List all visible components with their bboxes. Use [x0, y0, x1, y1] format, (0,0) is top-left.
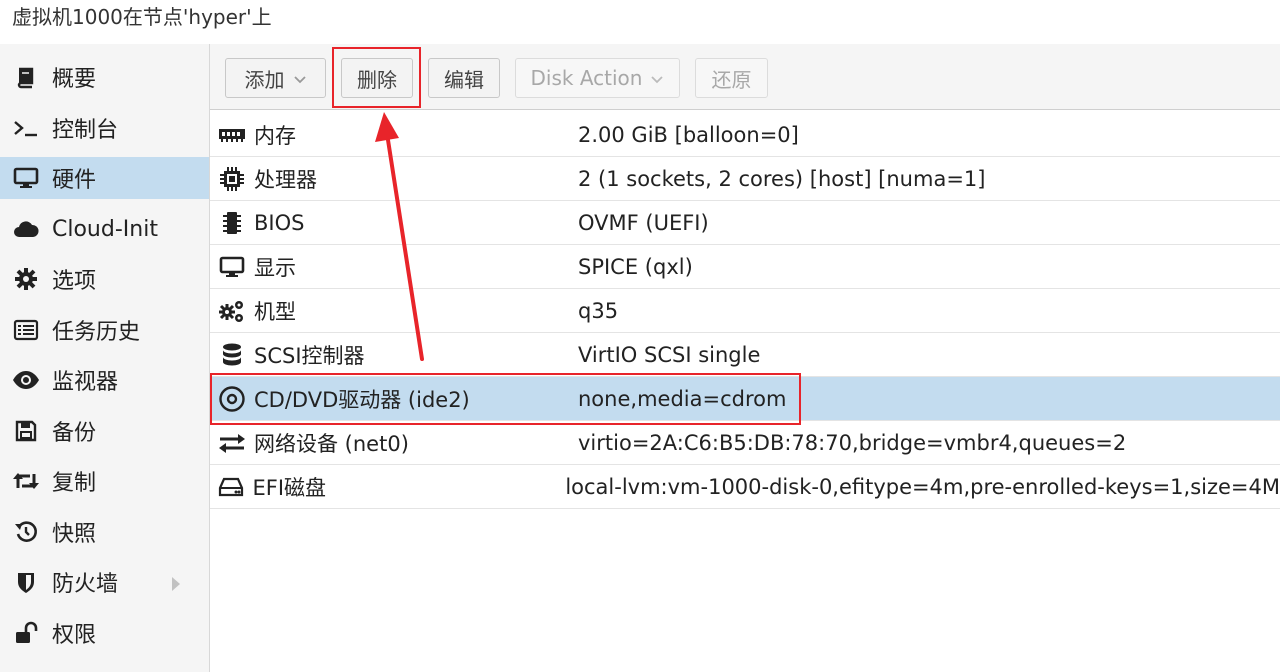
eye-icon	[0, 370, 52, 390]
hardware-name: 显示	[254, 255, 296, 280]
hardware-value: VirtIO SCSI single	[578, 342, 761, 367]
sidebar-item-summary[interactable]: 概要	[0, 56, 209, 98]
cdrom-row-highlight	[210, 373, 801, 425]
sidebar: 概要 控制台 硬件 Cloud-Init 选项 任务历史 监视器 备份 复制 快…	[0, 44, 210, 672]
hardware-name: 处理器	[254, 167, 317, 192]
sidebar-item-label: 控制台	[52, 118, 119, 143]
hardware-name: EFI磁盘	[252, 475, 327, 500]
hardware-panel: 添加 删除 编辑 Disk Action 还原 内存 2.00 GiB [bal…	[210, 44, 1280, 672]
hardware-value: 2.00 GiB [balloon=0]	[578, 122, 799, 147]
desktop-icon	[0, 166, 52, 190]
memory-icon	[210, 127, 254, 143]
hardware-row-efi-disk[interactable]: EFI磁盘 local-lvm:vm-1000-disk-0,efitype=4…	[210, 465, 1280, 509]
hardware-name: 机型	[254, 299, 296, 324]
terminal-icon	[0, 117, 52, 139]
sidebar-item-label: 防火墙	[52, 572, 119, 597]
hardware-row-scsi-controller[interactable]: SCSI控制器 VirtIO SCSI single	[210, 333, 1280, 377]
add-button[interactable]: 添加	[225, 58, 326, 98]
sidebar-item-label: 监视器	[52, 370, 119, 395]
hdd-icon	[210, 476, 252, 498]
sidebar-item-label: 概要	[52, 67, 97, 92]
sidebar-item-monitor[interactable]: 监视器	[0, 359, 209, 401]
hardware-name: 内存	[254, 123, 296, 148]
add-button-label: 添加	[244, 67, 285, 92]
hardware-name: SCSI控制器	[254, 343, 365, 368]
sidebar-item-label: 复制	[52, 471, 97, 496]
hardware-row-bios[interactable]: BIOS OVMF (UEFI)	[210, 201, 1280, 245]
sidebar-item-console[interactable]: 控制台	[0, 107, 209, 149]
sidebar-item-snapshots[interactable]: 快照	[0, 511, 209, 553]
chevron-down-icon	[650, 66, 664, 90]
sidebar-item-label: 选项	[52, 269, 97, 294]
disk-action-label: Disk Action	[530, 66, 643, 90]
sidebar-item-permissions[interactable]: 权限	[0, 612, 209, 654]
sidebar-item-label: 备份	[52, 421, 97, 446]
hardware-value: q35	[578, 298, 619, 323]
book-icon	[0, 65, 52, 89]
desktop-icon	[210, 255, 254, 279]
hardware-row-processor[interactable]: 处理器 2 (1 sockets, 2 cores) [host] [numa=…	[210, 157, 1280, 201]
sidebar-item-label: Cloud-Init	[52, 216, 158, 242]
sidebar-item-backup[interactable]: 备份	[0, 410, 209, 452]
chevron-down-icon	[293, 66, 307, 90]
list-icon	[0, 319, 52, 341]
exchange-icon	[210, 432, 254, 454]
hardware-row-memory[interactable]: 内存 2.00 GiB [balloon=0]	[210, 113, 1280, 157]
cloud-icon	[0, 218, 52, 240]
floppy-icon	[0, 419, 52, 443]
edit-button-label: 编辑	[444, 67, 484, 92]
sidebar-item-replication[interactable]: 复制	[0, 460, 209, 502]
edit-button[interactable]: 编辑	[428, 58, 500, 98]
revert-button[interactable]: 还原	[695, 58, 768, 98]
sidebar-item-label: 硬件	[52, 168, 97, 193]
sidebar-item-options[interactable]: 选项	[0, 258, 209, 300]
hardware-row-machine[interactable]: 机型 q35	[210, 289, 1280, 333]
cpu-icon	[210, 166, 254, 192]
retweet-icon	[0, 470, 52, 492]
unlock-icon	[0, 621, 52, 645]
hardware-row-display[interactable]: 显示 SPICE (qxl)	[210, 245, 1280, 289]
revert-button-label: 还原	[711, 67, 752, 92]
sidebar-item-label: 权限	[52, 623, 97, 648]
sidebar-item-label: 任务历史	[52, 320, 141, 345]
cogs-icon	[210, 298, 254, 324]
sidebar-item-firewall[interactable]: 防火墙	[0, 561, 209, 603]
gear-icon	[0, 267, 52, 291]
hardware-row-network[interactable]: 网络设备 (net0) virtio=2A:C6:B5:DB:78:70,bri…	[210, 421, 1280, 465]
hardware-value: 2 (1 sockets, 2 cores) [host] [numa=1]	[578, 166, 986, 191]
disk-action-button[interactable]: Disk Action	[515, 58, 680, 98]
window-title: 虚拟机1000在节点'hyper'上	[12, 5, 272, 29]
sidebar-item-cloud-init[interactable]: Cloud-Init	[0, 208, 209, 250]
sidebar-item-task-history[interactable]: 任务历史	[0, 309, 209, 351]
history-icon	[0, 520, 52, 544]
hardware-name: BIOS	[254, 210, 305, 235]
sidebar-item-label: 快照	[52, 522, 97, 547]
hardware-value: local-lvm:vm-1000-disk-0,efitype=4m,pre-…	[565, 474, 1280, 499]
expand-arrow-icon[interactable]	[171, 573, 181, 598]
hardware-value: SPICE (qxl)	[578, 254, 693, 279]
hardware-value: OVMF (UEFI)	[578, 210, 709, 235]
hardware-name: 网络设备 (net0)	[254, 431, 409, 456]
hardware-value: virtio=2A:C6:B5:DB:78:70,bridge=vmbr4,qu…	[578, 430, 1127, 455]
shield-icon	[0, 570, 52, 594]
database-icon	[210, 342, 254, 368]
sidebar-item-hardware[interactable]: 硬件	[0, 157, 209, 199]
remove-button-highlight	[332, 47, 421, 108]
microchip-icon	[210, 210, 254, 236]
